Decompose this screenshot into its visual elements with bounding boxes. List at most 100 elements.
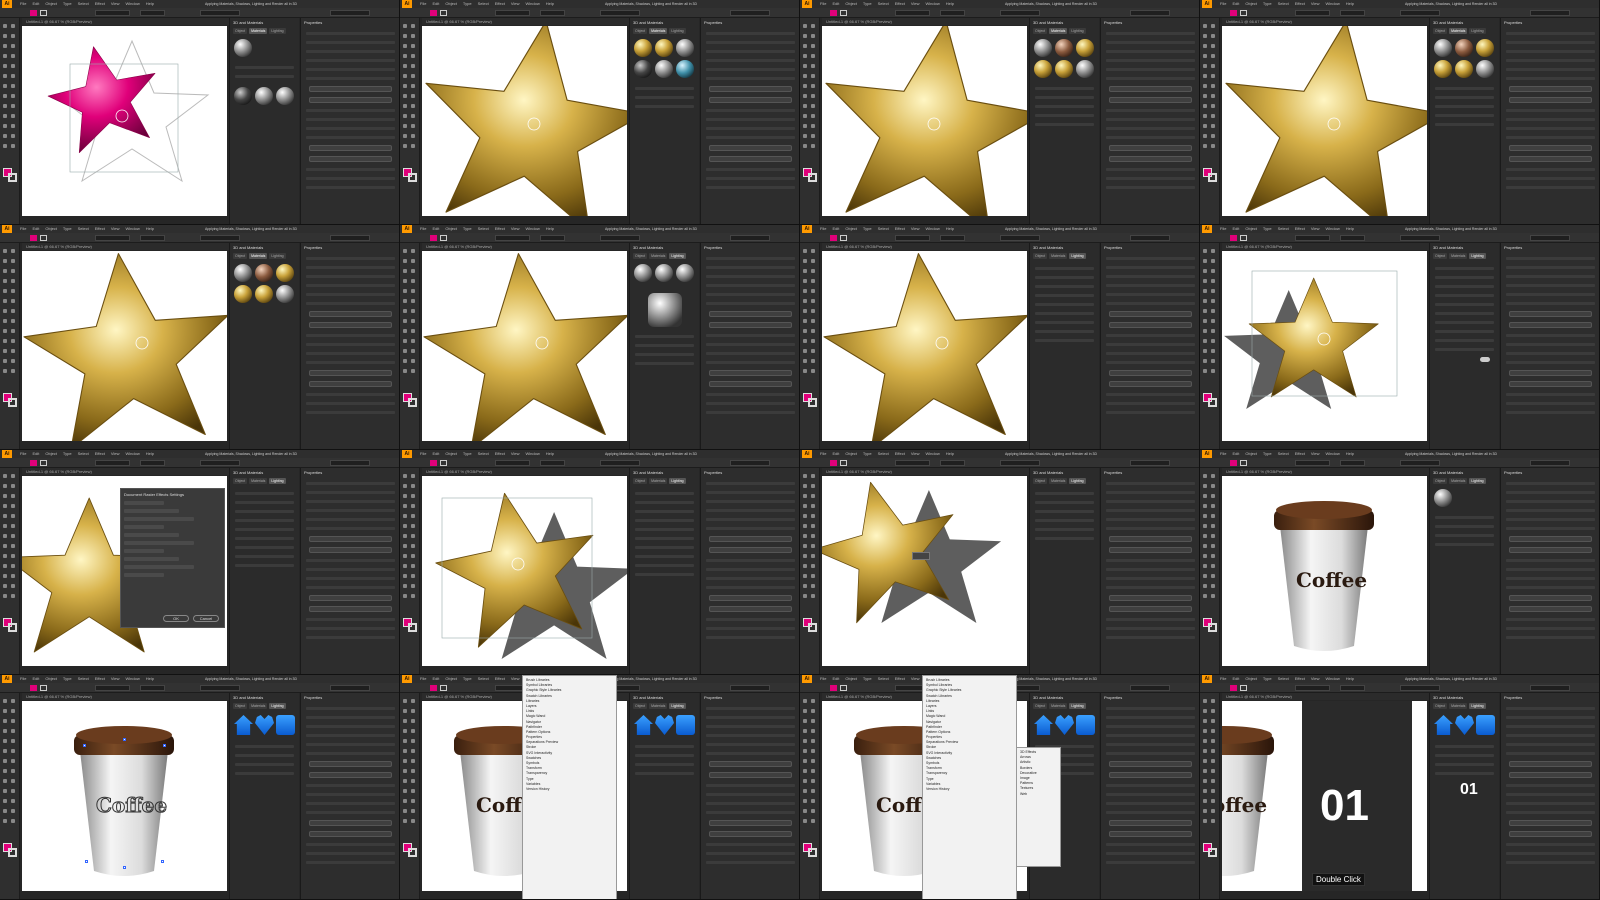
artboard[interactable]: Coffee 01 Double Click bbox=[1222, 701, 1427, 891]
tool-icon[interactable] bbox=[403, 789, 407, 793]
heart-icon[interactable] bbox=[655, 715, 674, 735]
quick-action-row-2[interactable] bbox=[1106, 402, 1195, 405]
tool-icon[interactable] bbox=[1211, 504, 1215, 508]
quick-action-row-1[interactable] bbox=[706, 618, 795, 621]
tool-icon[interactable] bbox=[803, 739, 807, 743]
object-setting-3[interactable] bbox=[1435, 534, 1494, 537]
expand-shape-button[interactable] bbox=[1109, 322, 1192, 328]
star-shape[interactable] bbox=[822, 251, 1027, 441]
tool-icon[interactable] bbox=[1203, 124, 1207, 128]
transform-field-6[interactable] bbox=[706, 302, 795, 305]
offset-path-button[interactable] bbox=[1509, 86, 1592, 92]
tool-icon[interactable] bbox=[1203, 84, 1207, 88]
tool-icon[interactable] bbox=[811, 104, 815, 108]
tool-icon[interactable] bbox=[411, 269, 415, 273]
tool-icon[interactable] bbox=[3, 134, 7, 138]
menu-type[interactable]: Type bbox=[63, 0, 72, 8]
tool-icon[interactable] bbox=[811, 144, 815, 148]
tool-icon[interactable] bbox=[811, 134, 815, 138]
transform-field-2[interactable] bbox=[706, 716, 795, 719]
tool-icon[interactable] bbox=[3, 759, 7, 763]
menu-effect[interactable]: Effect bbox=[1295, 225, 1305, 233]
tool-icon[interactable] bbox=[1211, 494, 1215, 498]
tool-icon[interactable] bbox=[811, 494, 815, 498]
tool-icon[interactable] bbox=[803, 104, 807, 108]
menu-object[interactable]: Object bbox=[445, 225, 457, 233]
quick-action-row-3[interactable] bbox=[1106, 636, 1195, 639]
transform-field-6[interactable] bbox=[1506, 77, 1595, 80]
stroke-swatch-control[interactable] bbox=[1240, 235, 1247, 241]
menu-type[interactable]: Type bbox=[1263, 0, 1272, 8]
star-shape[interactable] bbox=[40, 35, 168, 156]
tool-icon[interactable] bbox=[1203, 249, 1207, 253]
menu-window[interactable]: Window bbox=[125, 0, 139, 8]
tool-icon[interactable] bbox=[1203, 289, 1207, 293]
material-prop-5[interactable] bbox=[1035, 123, 1094, 126]
style-dropdown[interactable] bbox=[1000, 10, 1040, 16]
transform-field-2[interactable] bbox=[306, 716, 395, 719]
transform-field-2[interactable] bbox=[1106, 266, 1195, 269]
tool-icon[interactable] bbox=[1203, 514, 1207, 518]
tool-icon[interactable] bbox=[811, 594, 815, 598]
artboard[interactable] bbox=[822, 26, 1027, 216]
shadow-setting-9[interactable] bbox=[635, 564, 694, 567]
style-dropdown[interactable] bbox=[600, 10, 640, 16]
appearance-row-4[interactable] bbox=[706, 361, 795, 364]
appearance-row-1[interactable] bbox=[306, 334, 395, 337]
menu-help[interactable]: Help bbox=[1346, 450, 1354, 458]
tool-icon[interactable] bbox=[403, 729, 407, 733]
transform-field-3[interactable] bbox=[1106, 50, 1195, 53]
tool-icon[interactable] bbox=[11, 104, 15, 108]
offset-path-button[interactable] bbox=[1509, 536, 1592, 542]
shadow-setting-1[interactable] bbox=[1435, 267, 1494, 270]
menu-help[interactable]: Help bbox=[146, 225, 154, 233]
tool-icon[interactable] bbox=[403, 564, 407, 568]
tool-icon[interactable] bbox=[3, 514, 7, 518]
fill-swatch-control[interactable] bbox=[30, 685, 37, 691]
object-setting-3[interactable] bbox=[635, 763, 694, 766]
align-to-pixel-grid-button[interactable] bbox=[709, 606, 792, 612]
object-setting-4[interactable] bbox=[1435, 772, 1494, 775]
material-sphere-1[interactable] bbox=[234, 264, 252, 282]
tab-materials[interactable]: Materials bbox=[1449, 253, 1468, 259]
menu-type[interactable]: Type bbox=[63, 675, 72, 683]
tab-object[interactable]: Object bbox=[1033, 253, 1048, 259]
artboard[interactable] bbox=[822, 476, 1027, 666]
tool-icon[interactable] bbox=[3, 259, 7, 263]
tool-icon[interactable] bbox=[811, 289, 815, 293]
quick-action-row-3[interactable] bbox=[1506, 186, 1595, 189]
material-sphere-6[interactable] bbox=[676, 60, 694, 78]
menu-edit[interactable]: Edit bbox=[32, 0, 39, 8]
style-dropdown[interactable] bbox=[1400, 685, 1440, 691]
shadow-setting-1[interactable] bbox=[1035, 492, 1094, 495]
tool-icon[interactable] bbox=[811, 269, 815, 273]
tool-icon[interactable] bbox=[811, 299, 815, 303]
menu-effect[interactable]: Effect bbox=[895, 675, 905, 683]
transform-field-6[interactable] bbox=[1506, 302, 1595, 305]
fill-swatch-control[interactable] bbox=[1230, 460, 1237, 466]
appearance-row-2[interactable] bbox=[706, 343, 795, 346]
tool-icon[interactable] bbox=[403, 554, 407, 558]
transform-field-3[interactable] bbox=[706, 725, 795, 728]
tool-icon[interactable] bbox=[411, 279, 415, 283]
menu-window[interactable]: Window bbox=[125, 450, 139, 458]
appearance-row-3[interactable] bbox=[306, 352, 395, 355]
transform-field-4[interactable] bbox=[1106, 59, 1195, 62]
arrange-button[interactable] bbox=[309, 595, 392, 601]
stroke-weight-field[interactable] bbox=[895, 235, 930, 241]
object-setting-2[interactable] bbox=[1435, 754, 1494, 757]
tool-icon[interactable] bbox=[3, 719, 7, 723]
tab-lighting[interactable]: Lighting bbox=[669, 253, 686, 259]
offset-path-button[interactable] bbox=[309, 86, 392, 92]
stroke-weight-field[interactable] bbox=[895, 460, 930, 466]
appearance-row-3[interactable] bbox=[1506, 127, 1595, 130]
tool-icon[interactable] bbox=[1203, 554, 1207, 558]
tool-icon[interactable] bbox=[803, 729, 807, 733]
appearance-row-1[interactable] bbox=[706, 109, 795, 112]
material-sphere-3[interactable] bbox=[276, 87, 294, 105]
tool-icon[interactable] bbox=[803, 249, 807, 253]
stroke-swatch-control[interactable] bbox=[440, 685, 447, 691]
stroke-color-swatch[interactable] bbox=[808, 173, 817, 182]
tool-icon[interactable] bbox=[803, 369, 807, 373]
menu-view[interactable]: View bbox=[911, 225, 920, 233]
